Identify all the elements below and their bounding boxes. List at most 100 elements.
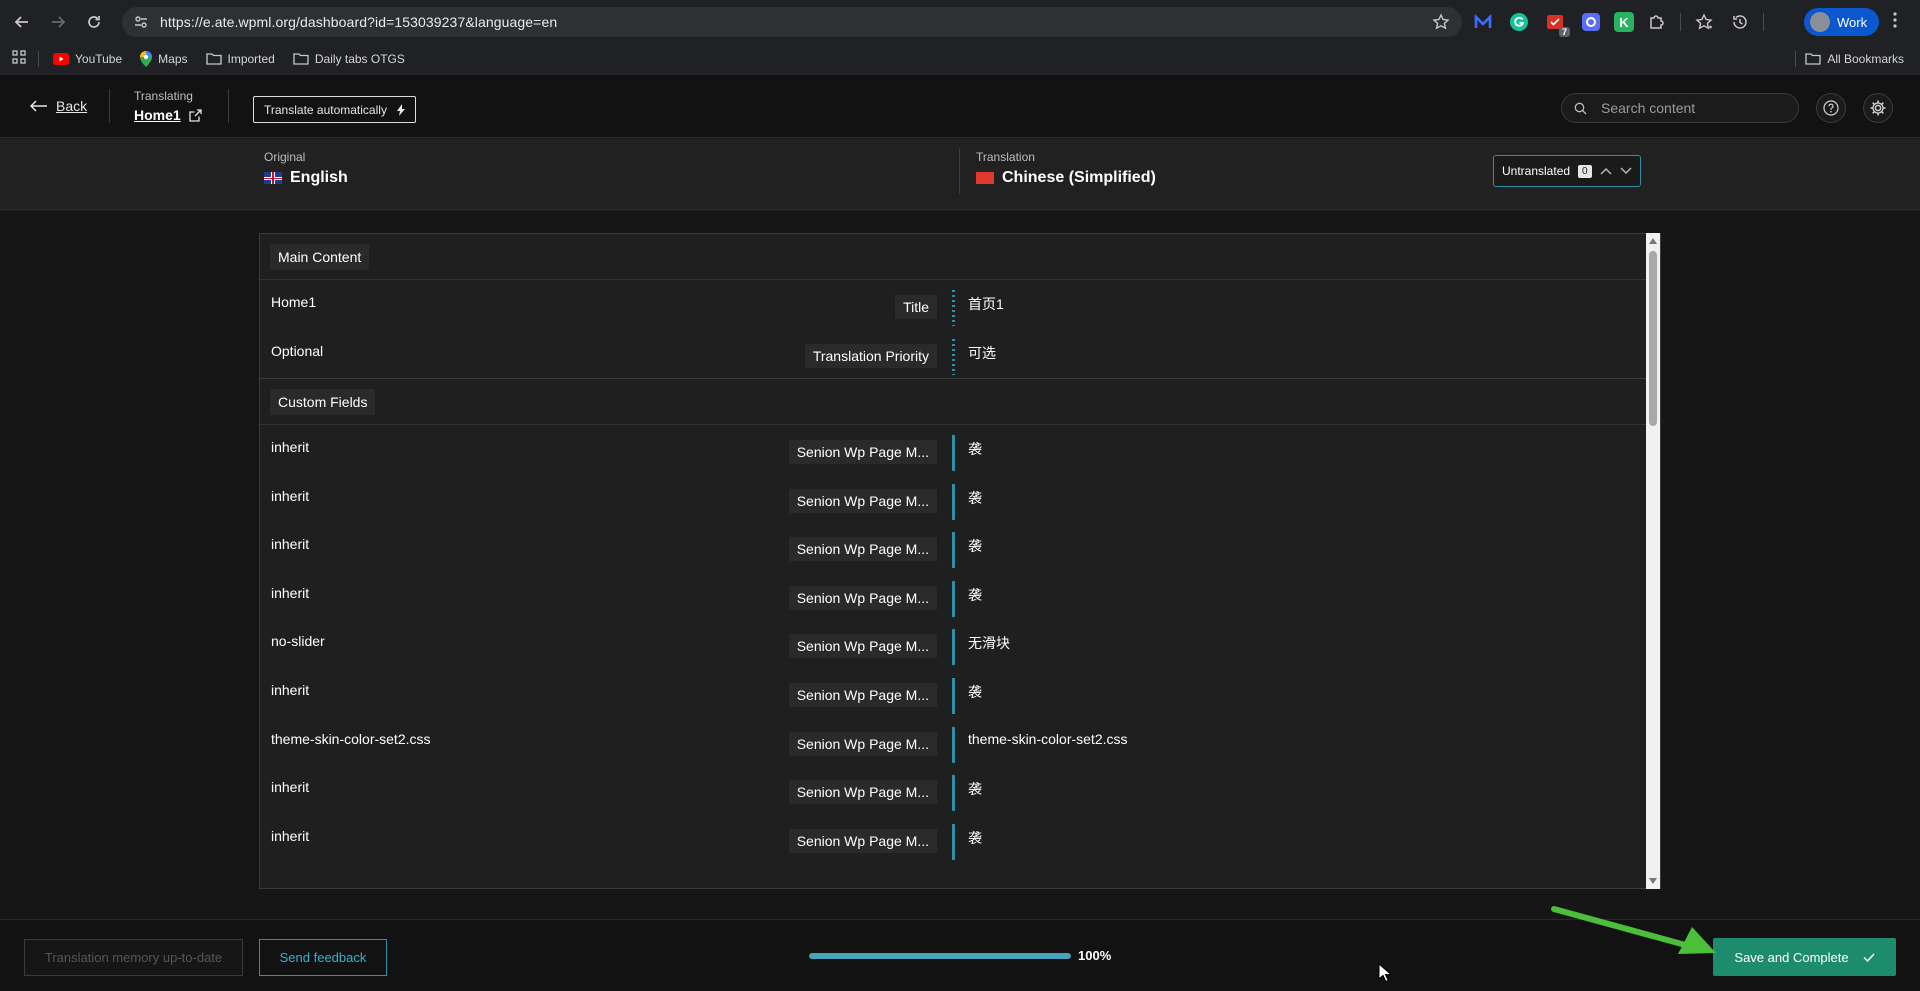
malwarebytes-extension-icon[interactable] bbox=[1470, 9, 1496, 35]
translation-text[interactable]: 袭 bbox=[968, 779, 982, 799]
segment-status-bar bbox=[952, 580, 955, 617]
avatar bbox=[1810, 12, 1830, 32]
field-tag: Senion Wp Page M... bbox=[788, 537, 937, 562]
reload-icon[interactable] bbox=[80, 8, 108, 36]
extensions-bar: 7 K bbox=[1470, 7, 1764, 37]
translation-text[interactable]: 袭 bbox=[968, 488, 982, 508]
profile-button[interactable]: Work bbox=[1804, 8, 1880, 36]
field-tag: Senion Wp Page M... bbox=[788, 440, 937, 464]
field-tag: Senion Wp Page M... bbox=[788, 828, 937, 853]
bookmarks-bar: YouTube Maps Imported Daily tabs OTGS Al… bbox=[0, 44, 1920, 74]
segment-row[interactable]: inherit Senion Wp Page M... 袭 bbox=[260, 668, 1660, 717]
gear-extension-icon[interactable] bbox=[1578, 9, 1604, 35]
segment-status-bar bbox=[952, 290, 955, 326]
all-bookmarks[interactable]: All Bookmarks bbox=[1805, 52, 1904, 66]
field-tag: Title bbox=[895, 295, 937, 319]
scroll-down-arrow-icon[interactable] bbox=[1649, 878, 1657, 884]
field-tag: Senion Wp Page M... bbox=[788, 780, 937, 805]
youtube-icon bbox=[53, 52, 69, 65]
bookmark-label: Maps bbox=[158, 51, 188, 66]
translate-automatically-button[interactable]: Translate automatically bbox=[253, 96, 416, 123]
translation-text[interactable]: 无滑块 bbox=[968, 633, 1010, 653]
translation-language-name: Chinese (Simplified) bbox=[1002, 169, 1156, 186]
segment-row[interactable]: Optional Translation Priority 可选 bbox=[260, 329, 1660, 378]
translation-text[interactable]: 首页1 bbox=[968, 294, 1004, 314]
untranslated-navigator[interactable]: Untranslated 0 bbox=[1493, 155, 1641, 187]
back-arrow-icon[interactable] bbox=[8, 8, 36, 36]
translation-text[interactable]: 袭 bbox=[968, 439, 982, 459]
segment-status-bar bbox=[952, 629, 955, 666]
check-icon bbox=[1863, 953, 1875, 962]
segment-row[interactable]: inherit Senion Wp Page M... 袭 bbox=[260, 522, 1660, 571]
translation-panel: Main Content Home1 Title 首页1 Optional Tr… bbox=[259, 233, 1661, 889]
segment-row[interactable]: no-slider Senion Wp Page M... 无滑块 bbox=[260, 619, 1660, 668]
translation-text[interactable]: theme-skin-color-set2.css bbox=[968, 731, 1128, 747]
header-divider bbox=[228, 89, 229, 123]
site-info-icon[interactable] bbox=[128, 9, 154, 35]
segment-status-bar bbox=[952, 435, 955, 471]
save-and-complete-button[interactable]: Save and Complete bbox=[1713, 938, 1896, 976]
segment-row[interactable]: inherit Senion Wp Page M... 袭 bbox=[260, 425, 1660, 474]
segment-row[interactable]: Home1 Title 首页1 bbox=[260, 280, 1660, 329]
bookmark-maps[interactable]: Maps bbox=[140, 50, 188, 67]
bookmark-youtube[interactable]: YouTube bbox=[53, 52, 122, 66]
segment-row[interactable]: inherit Senion Wp Page M... 袭 bbox=[260, 474, 1660, 523]
translate-auto-label: Translate automatically bbox=[264, 102, 387, 117]
history-icon[interactable] bbox=[1727, 9, 1753, 35]
segment-row[interactable]: inherit Senion Wp Page M... 袭 bbox=[260, 765, 1660, 814]
panel-scrollbar[interactable] bbox=[1646, 233, 1660, 889]
extension-badge: 7 bbox=[1558, 27, 1570, 37]
arrow-left-icon bbox=[30, 100, 47, 112]
segment-status-bar bbox=[952, 483, 955, 520]
send-feedback-button[interactable]: Send feedback bbox=[259, 939, 387, 976]
segment-row[interactable]: theme-skin-color-set2.css Senion Wp Page … bbox=[260, 717, 1660, 766]
original-language-name: English bbox=[290, 169, 348, 186]
translation-text[interactable]: 可选 bbox=[968, 343, 996, 363]
forward-arrow-icon[interactable] bbox=[44, 8, 72, 36]
translation-text[interactable]: 袭 bbox=[968, 828, 982, 848]
maps-icon bbox=[140, 50, 153, 67]
untranslated-label: Untranslated bbox=[1502, 164, 1571, 178]
url-text[interactable]: https://e.ate.wpml.org/dashboard?id=1530… bbox=[160, 14, 557, 30]
help-button[interactable] bbox=[1816, 93, 1846, 123]
puzzle-extensions-icon[interactable] bbox=[1644, 9, 1670, 35]
segment-status-bar bbox=[952, 726, 955, 763]
bookmark-label: Imported bbox=[227, 51, 275, 66]
browser-menu-icon[interactable] bbox=[1892, 10, 1898, 35]
segment-status-bar bbox=[952, 339, 955, 375]
search-placeholder: Search content bbox=[1601, 100, 1696, 116]
language-bar: Original English Translation Chinese (Si… bbox=[0, 139, 1920, 210]
translation-text[interactable]: 袭 bbox=[968, 682, 982, 702]
bookmark-star-icon[interactable] bbox=[1432, 13, 1450, 36]
back-link[interactable]: Back bbox=[30, 98, 87, 114]
section-header-custom: Custom Fields bbox=[260, 379, 1652, 425]
bookmark-label: YouTube bbox=[75, 51, 123, 66]
settings-button[interactable] bbox=[1863, 93, 1893, 123]
document-link[interactable]: Home1 bbox=[134, 107, 202, 123]
translating-label: Translating bbox=[134, 89, 193, 103]
external-link-icon bbox=[189, 108, 202, 122]
chevron-down-icon[interactable] bbox=[1620, 167, 1632, 175]
segment-status-bar bbox=[952, 677, 955, 714]
apps-grid-icon[interactable] bbox=[12, 50, 26, 67]
scroll-up-arrow-icon[interactable] bbox=[1649, 238, 1657, 244]
todo-extension-icon[interactable]: 7 bbox=[1542, 9, 1570, 37]
segment-row[interactable]: inherit Senion Wp Page M... 袭 bbox=[260, 814, 1660, 863]
k-extension-icon[interactable]: K bbox=[1614, 12, 1634, 32]
search-input[interactable]: Search content bbox=[1561, 93, 1799, 123]
bookmark-daily-tabs[interactable]: Daily tabs OTGS bbox=[293, 52, 405, 66]
translation-text[interactable]: 袭 bbox=[968, 585, 982, 605]
section-header-main: Main Content bbox=[260, 234, 1652, 280]
bookmark-imported[interactable]: Imported bbox=[205, 51, 275, 66]
chevron-up-icon[interactable] bbox=[1600, 167, 1612, 175]
favorites-star-icon[interactable] bbox=[1691, 9, 1717, 35]
scrollbar-thumb[interactable] bbox=[1649, 251, 1657, 426]
grammarly-extension-icon[interactable] bbox=[1506, 9, 1532, 35]
folder-icon bbox=[205, 53, 222, 65]
untranslated-count-badge: 0 bbox=[1578, 164, 1592, 178]
segment-row[interactable]: inherit Senion Wp Page M... 袭 bbox=[260, 571, 1660, 620]
address-bar[interactable]: https://e.ate.wpml.org/dashboard?id=1530… bbox=[122, 7, 1462, 37]
translation-text[interactable]: 袭 bbox=[968, 536, 982, 556]
header-divider bbox=[109, 89, 110, 123]
annotation-arrow-icon bbox=[1551, 906, 1716, 954]
